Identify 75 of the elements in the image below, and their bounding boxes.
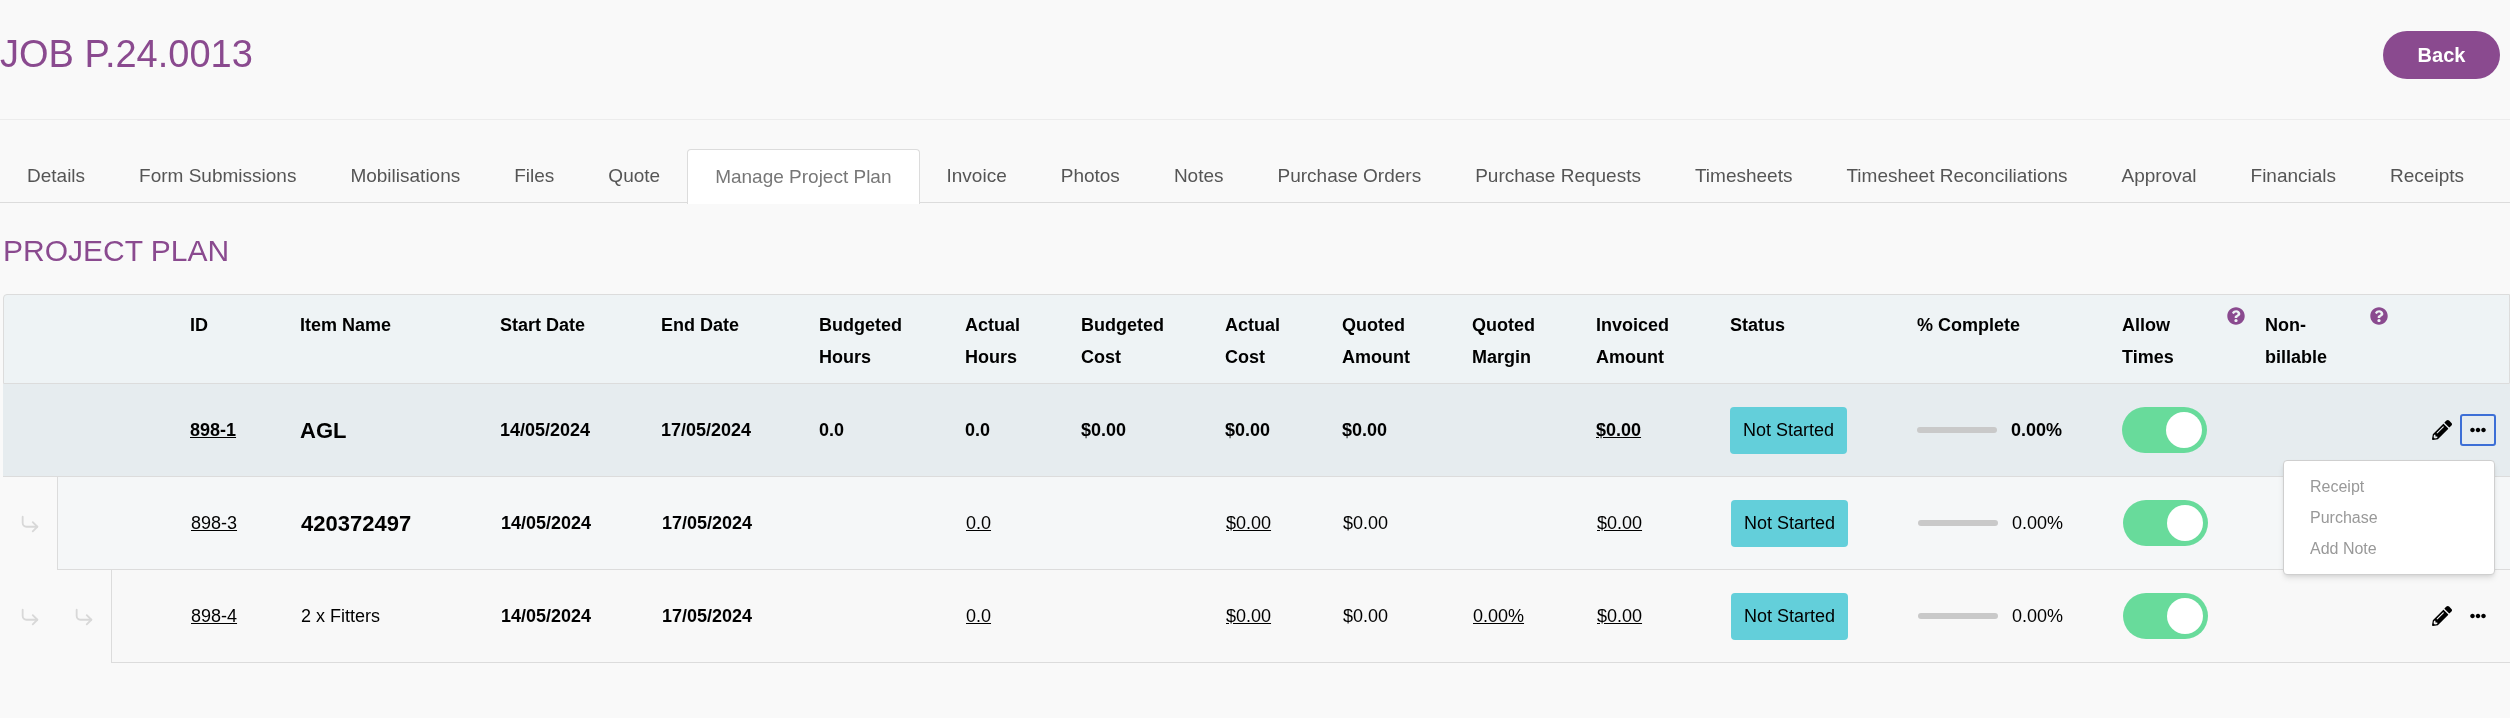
table-cell: $0.00: [1343, 512, 1389, 533]
table-link[interactable]: $0.00: [1596, 419, 1642, 440]
status-badge: Not Started: [1731, 499, 1849, 547]
column-header: Quoted Amount: [1342, 314, 1411, 369]
table-cell: 0.0: [965, 419, 991, 440]
table-link[interactable]: $0.00: [1226, 512, 1272, 533]
tab[interactable]: Invoice: [919, 149, 1034, 203]
table-link[interactable]: 0.0: [966, 512, 992, 533]
allow-times-toggle[interactable]: [2123, 500, 2208, 546]
tab[interactable]: Photos: [1033, 149, 1147, 203]
tab[interactable]: Timesheets: [1667, 149, 1820, 203]
table-cell: $0.00: [1225, 419, 1271, 440]
percent-complete: 0.00%: [2011, 418, 2063, 442]
column-header: ID: [190, 314, 209, 337]
table-link[interactable]: 898-1: [190, 419, 237, 440]
column-header: Start Date: [500, 314, 587, 337]
item-name: AGL: [300, 417, 347, 443]
allow-times-toggle[interactable]: [2122, 407, 2207, 453]
table-link[interactable]: 0.0: [966, 605, 992, 626]
tab[interactable]: Form Submissions: [112, 149, 324, 203]
table-link[interactable]: 0.00%: [1473, 605, 1525, 626]
column-header: Non-billable: [2265, 314, 2328, 369]
column-header: Budgeted Hours: [819, 314, 903, 369]
column-header: Status: [1730, 314, 1785, 337]
table-cell: $0.00: [1343, 605, 1389, 626]
percent-complete: 0.00%: [2012, 604, 2064, 628]
item-name: 2 x Fitters: [301, 605, 380, 626]
table-link[interactable]: $0.00: [1597, 512, 1643, 533]
table-link[interactable]: 898-4: [191, 605, 238, 626]
table-cell: 14/05/2024: [501, 605, 592, 626]
tab[interactable]: Purchase Requests: [1448, 149, 1668, 203]
table-cell: $0.00: [1081, 419, 1127, 440]
tab[interactable]: Purchase Orders: [1250, 149, 1449, 203]
table-cell: 14/05/2024: [500, 419, 591, 440]
percent-complete: 0.00%: [2012, 511, 2064, 535]
tab[interactable]: Manage Project Plan: [687, 149, 920, 204]
column-header: End Date: [661, 314, 740, 337]
tab[interactable]: Mobilisations: [323, 149, 488, 203]
edit-icon[interactable]: [2432, 420, 2452, 440]
table-cell: 17/05/2024: [661, 419, 752, 440]
item-name: 420372497: [301, 510, 412, 536]
table-link[interactable]: $0.00: [1597, 605, 1643, 626]
column-header: Actual Cost: [1225, 314, 1281, 369]
tab[interactable]: Approval: [2094, 149, 2224, 203]
table-link[interactable]: $0.00: [1226, 605, 1272, 626]
tab[interactable]: Quote: [581, 149, 688, 203]
section-title: PROJECT PLAN: [3, 233, 231, 269]
tab[interactable]: Financials: [2223, 149, 2364, 203]
tab[interactable]: Notes: [1146, 149, 1251, 203]
status-badge: Not Started: [1731, 592, 1849, 640]
table-cell: 17/05/2024: [662, 512, 753, 533]
table-cell: 14/05/2024: [501, 512, 592, 533]
column-header: Invoiced Amount: [1596, 314, 1671, 369]
table-link[interactable]: 898-3: [191, 512, 238, 533]
tab[interactable]: Details: [0, 149, 113, 203]
help-icon[interactable]: [2370, 307, 2388, 325]
column-header: Quoted Margin: [1472, 314, 1536, 369]
table-cell: $0.00: [1342, 419, 1388, 440]
column-header: Actual Hours: [965, 314, 1021, 369]
page-title: JOB P.24.0013: [0, 32, 253, 77]
back-button[interactable]: Back: [2383, 30, 2500, 79]
column-header: % Complete: [1917, 314, 2021, 337]
column-header: Item Name: [300, 314, 392, 337]
table-cell: 17/05/2024: [662, 605, 753, 626]
column-header: Allow Times: [2122, 314, 2175, 369]
status-badge: Not Started: [1730, 406, 1848, 454]
column-header: Budgeted Cost: [1081, 314, 1165, 369]
allow-times-toggle[interactable]: [2123, 593, 2208, 639]
tab[interactable]: Files: [487, 149, 582, 203]
help-icon[interactable]: [2227, 307, 2245, 325]
tab[interactable]: Receipts: [2363, 149, 2491, 203]
tab[interactable]: Timesheet Reconciliations: [1819, 149, 2095, 203]
more-options-button[interactable]: [2460, 414, 2496, 446]
table-cell: 0.0: [819, 419, 845, 440]
edit-icon[interactable]: [2432, 606, 2452, 626]
